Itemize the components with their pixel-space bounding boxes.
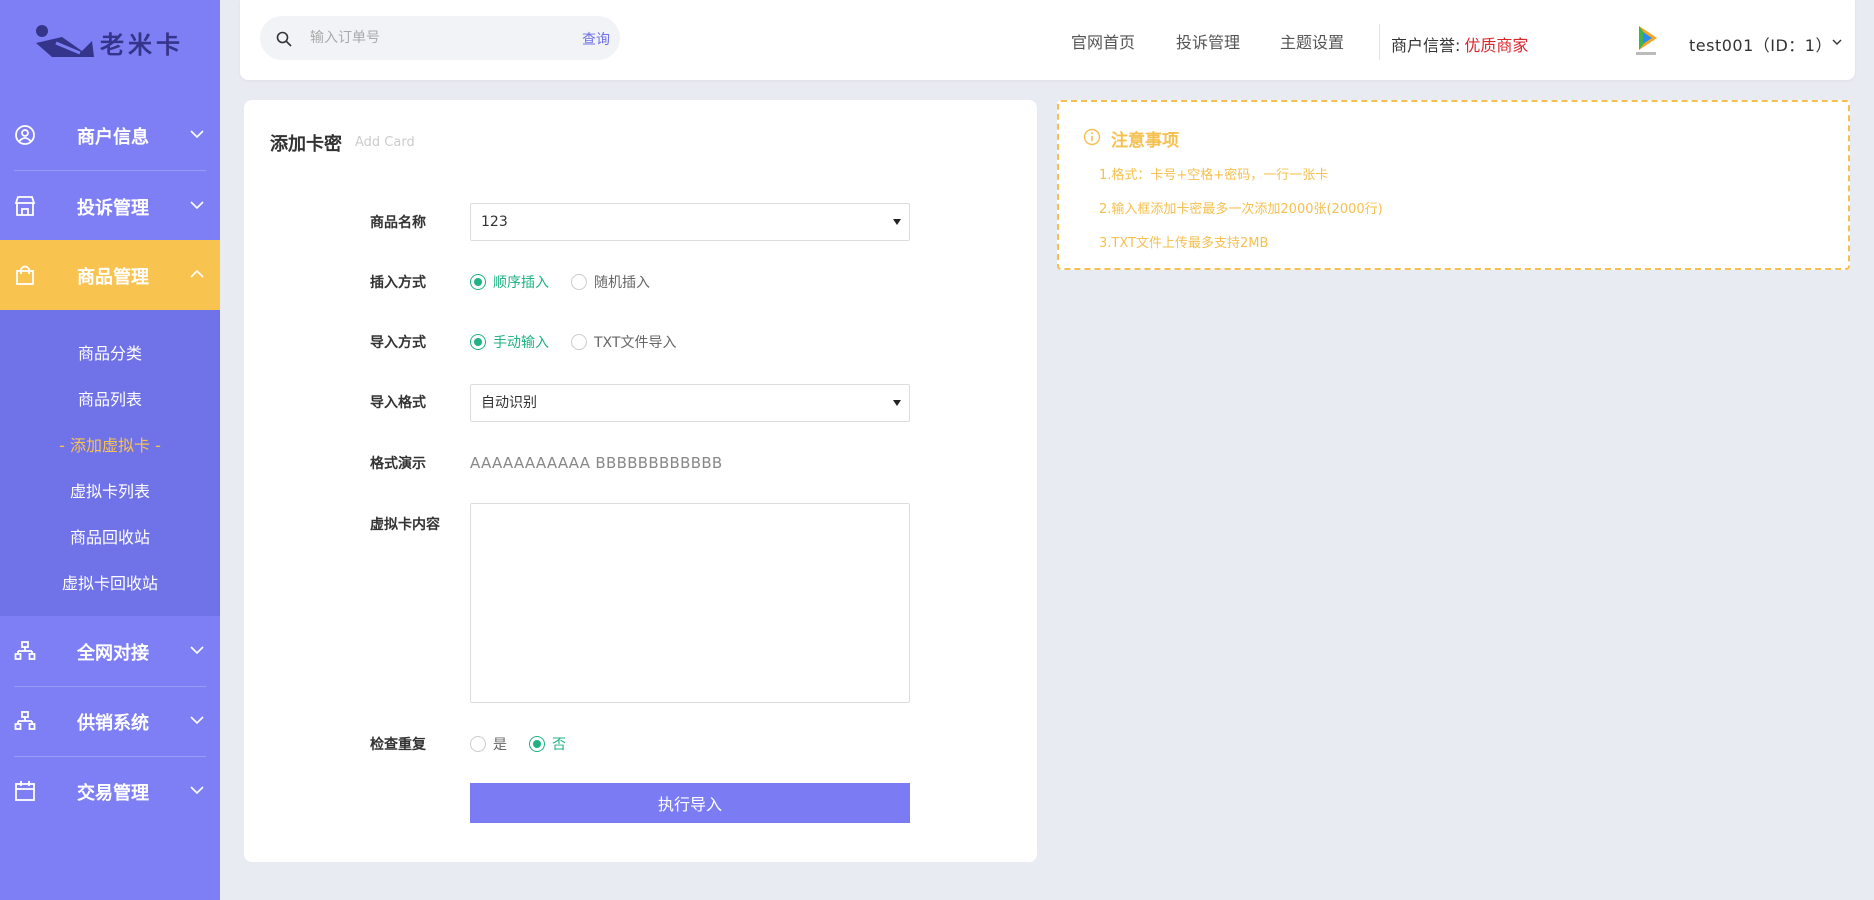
search-icon (276, 31, 292, 47)
page-title: 添加卡密 (270, 134, 342, 155)
sidebar-item-complaints[interactable]: 投诉管理 (0, 171, 220, 241)
user-menu[interactable]: test001（ID：1） (1689, 32, 1832, 56)
insert-mode-sequential-radio[interactable]: 顺序插入 (470, 272, 549, 292)
radio-label: TXT文件导入 (594, 335, 677, 351)
product-name-value: 123 (481, 214, 508, 230)
nav-link-complaints[interactable]: 投诉管理 (1176, 29, 1240, 53)
merchant-reputation: 商户信誉: 优质商家 (1391, 32, 1528, 56)
network-icon (14, 641, 36, 660)
sidebar-item-network-integration[interactable]: 全网对接 (0, 616, 220, 686)
insert-mode-label: 插入方式 (370, 275, 426, 291)
chevron-down-icon[interactable] (1832, 39, 1842, 46)
product-name-label: 商品名称 (370, 215, 426, 231)
chevron-down-icon (190, 201, 204, 210)
sidebar-item-label: 投诉管理 (77, 198, 149, 219)
calendar-icon (15, 781, 35, 801)
network-icon (14, 711, 36, 730)
import-format-select[interactable]: 自动识别 (470, 384, 910, 422)
radio-label: 随机插入 (594, 275, 650, 291)
nav-link-theme-settings[interactable]: 主题设置 (1280, 29, 1344, 53)
user-circle-icon (15, 125, 35, 145)
sidebar-item-label: 交易管理 (77, 783, 149, 804)
info-icon (1083, 128, 1101, 146)
search-button[interactable]: 查询 (582, 29, 610, 49)
radio-dot (529, 736, 545, 752)
radio-dot (571, 274, 587, 290)
logo-mark-icon (36, 25, 94, 57)
import-mode-label: 导入方式 (370, 335, 426, 351)
format-demo-value: AAAAAAAAAAA BBBBBBBBBBBB (470, 454, 723, 472)
notice-item: 1.格式：卡号+空格+密码，一行一张卡 (1099, 168, 1329, 183)
radio-label: 顺序插入 (493, 275, 549, 291)
check-duplicate-yes-radio[interactable]: 是 (470, 734, 507, 754)
import-mode-radio-group: 手动输入 TXT文件导入 (470, 332, 698, 352)
nav-link-homepage[interactable]: 官网首页 (1071, 29, 1135, 53)
logo-text: 老米卡 (100, 30, 184, 59)
shopping-bag-icon (16, 265, 34, 285)
sidebar-item-label: 供销系统 (77, 713, 149, 734)
sidebar-item-label: 全网对接 (77, 643, 149, 664)
import-format-label: 导入格式 (370, 395, 426, 411)
chevron-down-icon (190, 646, 204, 655)
notice-item: 3.TXT文件上传最多支持2MB (1099, 236, 1269, 251)
format-demo-label: 格式演示 (370, 456, 426, 472)
insert-mode-random-radio[interactable]: 随机插入 (571, 272, 650, 292)
insert-mode-radio-group: 顺序插入 随机插入 (470, 272, 672, 292)
caret-down-icon (893, 219, 901, 225)
radio-dot (470, 736, 486, 752)
import-format-value: 自动识别 (481, 395, 537, 411)
check-duplicate-radio-group: 是 否 (470, 734, 588, 754)
submenu-item-virtual-card-list[interactable]: 虚拟卡列表 (0, 478, 220, 502)
submenu-product-management: 商品分类 商品列表 - 添加虚拟卡 - 虚拟卡列表 商品回收站 虚拟卡回收站 (0, 310, 220, 616)
avatar[interactable] (1630, 22, 1662, 58)
notice-title: 注意事项 (1111, 131, 1179, 151)
chevron-down-icon (190, 786, 204, 795)
card-content-textarea[interactable] (470, 503, 910, 703)
radio-dot (571, 334, 587, 350)
check-duplicate-label: 检查重复 (370, 737, 426, 753)
radio-label: 手动输入 (493, 335, 549, 351)
store-icon (14, 196, 36, 216)
sidebar-item-label: 商户信息 (77, 127, 149, 148)
submenu-item-product-recycle-bin[interactable]: 商品回收站 (0, 524, 220, 548)
top-bar: 查询 官网首页 投诉管理 主题设置 商户信誉:优质商家 test001（ID：1… (240, 0, 1855, 80)
submenu-item-virtual-card-recycle-bin[interactable]: 虚拟卡回收站 (0, 570, 220, 594)
add-card-form: 添加卡密 Add Card 商品名称 123 插入方式 顺序插入 随机插入 导入… (244, 100, 1037, 862)
execute-import-button[interactable]: 执行导入 (470, 783, 910, 823)
card-content-label: 虚拟卡内容 (370, 517, 440, 533)
sidebar-item-label: 商品管理 (77, 267, 149, 288)
radio-label: 否 (552, 737, 566, 753)
order-search-input[interactable] (310, 26, 550, 50)
import-mode-manual-radio[interactable]: 手动输入 (470, 332, 549, 352)
submenu-item-product-list[interactable]: 商品列表 (0, 386, 220, 410)
sidebar: 老米卡 商户信息 投诉管理 商品管理 商品分类 商品列表 - 添加虚拟卡 - 虚… (0, 0, 220, 900)
divider (1379, 24, 1380, 60)
reputation-value: 优质商家 (1464, 36, 1529, 55)
sidebar-item-transactions[interactable]: 交易管理 (0, 756, 220, 826)
notice-item: 2.输入框添加卡密最多一次添加2000张(2000行) (1099, 202, 1383, 217)
chevron-down-icon (190, 130, 204, 139)
page-subtitle: Add Card (355, 135, 415, 150)
radio-label: 是 (493, 737, 507, 753)
import-mode-txt-radio[interactable]: TXT文件导入 (571, 332, 676, 352)
order-search: 查询 (260, 16, 620, 60)
check-duplicate-no-radio[interactable]: 否 (529, 734, 566, 754)
notice-panel: 注意事项 1.格式：卡号+空格+密码，一行一张卡 2.输入框添加卡密最多一次添加… (1057, 100, 1850, 270)
radio-dot (470, 274, 486, 290)
logo[interactable]: 老米卡 (32, 22, 192, 62)
submenu-item-product-category[interactable]: 商品分类 (0, 340, 220, 364)
product-name-select[interactable]: 123 (470, 203, 910, 241)
reputation-label: 商户信誉: (1391, 36, 1461, 55)
chevron-down-icon (190, 716, 204, 725)
sidebar-item-merchant-info[interactable]: 商户信息 (0, 100, 220, 170)
submenu-item-add-virtual-card[interactable]: - 添加虚拟卡 - (0, 432, 220, 456)
sidebar-item-product-management[interactable]: 商品管理 (0, 240, 220, 310)
radio-dot (470, 334, 486, 350)
caret-down-icon (893, 400, 901, 406)
sidebar-item-supply-system[interactable]: 供销系统 (0, 686, 220, 756)
chevron-up-icon (190, 269, 204, 278)
